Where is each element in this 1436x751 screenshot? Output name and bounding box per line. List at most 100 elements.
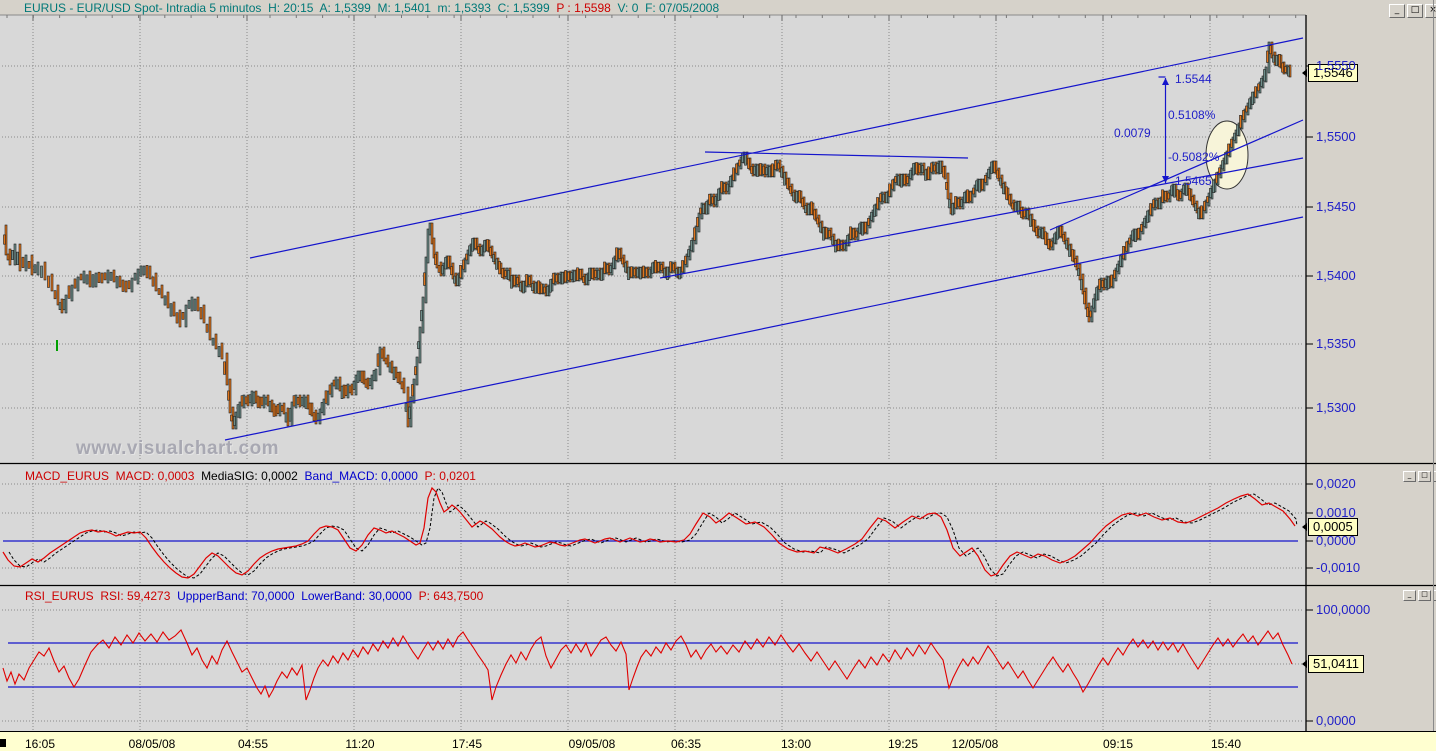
candle: [708, 193, 711, 205]
chart-canvas[interactable]: [0, 0, 1436, 751]
candle: [564, 270, 567, 283]
candle: [759, 163, 762, 176]
candle: [858, 223, 861, 234]
candle: [1191, 196, 1194, 206]
macd-axis-label: -0,0010: [1316, 560, 1361, 575]
candle: [663, 267, 666, 278]
candle: [1260, 77, 1263, 87]
macd-marker-arrow-icon: [1302, 523, 1307, 531]
candle: [1062, 234, 1065, 242]
price-axis-label: 1,5400: [1316, 268, 1356, 283]
candle: [633, 268, 636, 277]
candle: [648, 268, 651, 277]
candle: [1137, 227, 1140, 239]
candle: [879, 193, 882, 203]
candle: [312, 412, 316, 422]
candle: [242, 394, 246, 409]
candle: [882, 193, 885, 202]
candle: [999, 177, 1002, 186]
candle: [344, 384, 348, 396]
candle: [1257, 83, 1260, 92]
candle: [672, 263, 675, 272]
candle: [621, 257, 624, 265]
candle: [190, 296, 194, 312]
candle: [252, 391, 256, 404]
candle: [855, 230, 858, 238]
candle: [118, 275, 122, 288]
candle: [441, 265, 444, 275]
candle: [606, 264, 609, 274]
watermark: www.visualchart.com: [76, 438, 280, 459]
candle: [396, 371, 400, 383]
candle: [1248, 98, 1251, 109]
candle: [112, 269, 116, 283]
candle: [795, 191, 798, 204]
candle: [139, 265, 143, 277]
candle: [975, 180, 978, 191]
candle: [1263, 69, 1266, 82]
rsi-header-part: P: 643,7500: [418, 589, 484, 603]
candle: [1170, 185, 1173, 196]
candle: [240, 395, 244, 407]
candle: [705, 201, 708, 215]
candle: [894, 176, 897, 183]
candle: [510, 275, 513, 289]
candle: [172, 301, 176, 317]
candle: [106, 269, 110, 284]
time-axis-label: 17:45: [451, 737, 483, 751]
candle: [615, 247, 618, 261]
candle: [498, 260, 501, 275]
candle: [320, 402, 324, 414]
candle: [145, 264, 149, 279]
candle: [549, 279, 552, 293]
candle: [849, 226, 852, 240]
candle: [945, 182, 948, 190]
resize-handle[interactable]: [0, 739, 6, 747]
candle: [642, 265, 645, 278]
candle: [151, 276, 155, 287]
macd-line: [2, 486, 1296, 579]
candle: [1002, 183, 1005, 195]
candle: [921, 165, 924, 174]
candle: [477, 246, 480, 254]
rsi-axis-label: 0,0000: [1316, 713, 1356, 728]
candle: [768, 166, 771, 178]
candle: [1140, 224, 1143, 232]
candle: [1017, 201, 1020, 215]
trendline-channel-lower: [224, 216, 1304, 441]
candle: [600, 268, 603, 281]
candle: [765, 167, 768, 176]
candle: [489, 247, 492, 257]
candle: [384, 357, 388, 365]
candle: [453, 275, 456, 284]
candle: [1083, 290, 1086, 305]
candle: [972, 187, 975, 195]
candle: [1125, 241, 1128, 252]
candle: [1158, 198, 1161, 210]
candle: [651, 262, 654, 274]
annotation-top-price: 1.5544: [1175, 72, 1212, 86]
candle: [1020, 206, 1023, 218]
candle: [1104, 278, 1107, 288]
candle: [786, 177, 789, 189]
candle: [332, 379, 336, 387]
candle: [324, 390, 328, 404]
candle: [1128, 237, 1131, 245]
candle: [546, 285, 549, 296]
candle: [756, 164, 759, 177]
candle: [720, 181, 723, 194]
candle: [714, 196, 717, 206]
candle: [930, 162, 933, 173]
candle: [304, 396, 308, 409]
candle: [352, 380, 356, 390]
annotation-down-percent: -0.5082%: [1168, 150, 1220, 164]
green-marker: [56, 340, 58, 351]
candle: [148, 265, 152, 280]
candle: [268, 401, 272, 413]
candle: [582, 276, 585, 283]
candle: [777, 162, 780, 170]
candle: [1212, 179, 1215, 194]
candle: [404, 402, 408, 412]
candle: [220, 342, 224, 360]
candle: [1176, 189, 1179, 201]
